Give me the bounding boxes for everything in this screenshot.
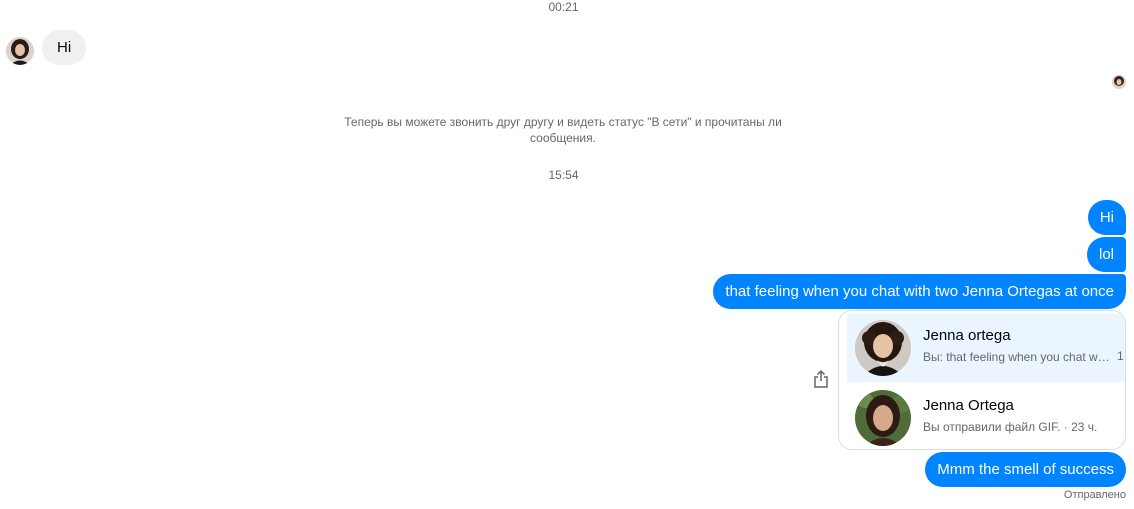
shared-contacts-card: Jenna ortega Вы: that feeling when you c… xyxy=(838,310,1126,450)
contact-row[interactable]: Jenna Ortega Вы отправили файл GIF. · 23… xyxy=(847,384,1125,449)
contact-last-message: Вы: that feeling when you chat with two … xyxy=(923,350,1111,364)
outgoing-message[interactable]: lol xyxy=(1086,237,1126,272)
contact-name: Jenna Ortega xyxy=(923,397,1014,414)
system-notice: Теперь вы можете звонить друг другу и ви… xyxy=(344,115,782,145)
outgoing-message[interactable]: that feeling when you chat with two Jenn… xyxy=(713,274,1126,309)
incoming-message[interactable]: Hi xyxy=(42,30,87,65)
outgoing-message[interactable]: Hi xyxy=(1087,200,1126,235)
contact-avatar xyxy=(855,320,911,376)
contact-avatar[interactable] xyxy=(6,37,34,65)
contact-name: Jenna ortega xyxy=(923,327,1011,344)
timestamp: 15:54 xyxy=(548,168,579,182)
timestamp: 00:21 xyxy=(548,0,579,14)
seen-indicator-avatar xyxy=(1112,75,1126,89)
share-icon[interactable] xyxy=(812,369,830,389)
outgoing-message[interactable]: Mmm the smell of success xyxy=(925,452,1126,487)
contact-row[interactable]: Jenna ortega Вы: that feeling when you c… xyxy=(847,314,1125,382)
contact-meta: 1 xyxy=(1117,349,1124,363)
contact-last-message: Вы отправили файл GIF. · 23 ч. xyxy=(923,420,1098,434)
message-status: Отправлено xyxy=(1063,489,1126,501)
contact-avatar xyxy=(855,390,911,446)
